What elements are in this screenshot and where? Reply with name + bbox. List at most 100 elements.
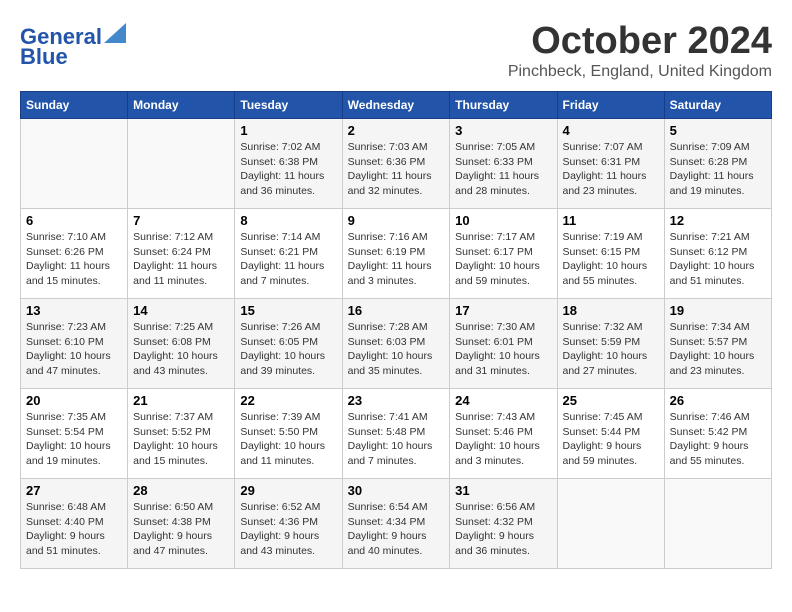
day-number: 11 <box>563 213 659 228</box>
day-info: Sunrise: 7:34 AM Sunset: 5:57 PM Dayligh… <box>670 320 766 379</box>
day-info: Sunrise: 7:05 AM Sunset: 6:33 PM Dayligh… <box>455 140 551 199</box>
calendar-table: SundayMondayTuesdayWednesdayThursdayFrid… <box>20 91 772 569</box>
calendar-cell: 9Sunrise: 7:16 AM Sunset: 6:19 PM Daylig… <box>342 209 450 299</box>
calendar-cell <box>128 119 235 209</box>
day-info: Sunrise: 6:56 AM Sunset: 4:32 PM Dayligh… <box>455 500 551 559</box>
location-text: Pinchbeck, England, United Kingdom <box>508 63 772 81</box>
day-number: 2 <box>348 123 445 138</box>
day-info: Sunrise: 7:39 AM Sunset: 5:50 PM Dayligh… <box>240 410 336 469</box>
week-row-2: 6 Sunrise: 7:10 AM Sunset: 6:26 PM Daylig… <box>21 209 772 299</box>
day-info: Sunrise: 7:41 AM Sunset: 5:48 PM Dayligh… <box>348 410 445 469</box>
day-info: Sunrise: 7:26 AM Sunset: 6:05 PM Dayligh… <box>240 320 336 379</box>
month-title: October 2024 <box>508 20 772 63</box>
day-info: Sunrise: 7:19 AM Sunset: 6:15 PM Dayligh… <box>563 230 659 289</box>
day-number: 7 <box>133 213 229 228</box>
logo-blue: Blue <box>20 45 68 69</box>
day-info: Sunrise: 7:32 AM Sunset: 5:59 PM Dayligh… <box>563 320 659 379</box>
day-number: 9 <box>348 213 445 228</box>
day-number: 5 <box>670 123 766 138</box>
day-number: 6 <box>26 213 122 228</box>
day-info: Sunrise: 7:09 AM Sunset: 6:28 PM Dayligh… <box>670 140 766 199</box>
calendar-cell: 14 Sunrise: 7:25 AM Sunset: 6:08 PM Dayli… <box>128 299 235 389</box>
day-info: Sunrise: 7:45 AM Sunset: 5:44 PM Dayligh… <box>563 410 659 469</box>
day-info: Sunrise: 7:37 AM Sunset: 5:52 PM Dayligh… <box>133 410 229 469</box>
day-header-monday: Monday <box>128 92 235 119</box>
day-number: 27 <box>26 483 122 498</box>
calendar-cell: 7 Sunrise: 7:12 AM Sunset: 6:24 PM Daylig… <box>128 209 235 299</box>
day-number: 14 <box>133 303 229 318</box>
day-info: Sunrise: 6:48 AM Sunset: 4:40 PM Dayligh… <box>26 500 122 559</box>
day-number: 17 <box>455 303 551 318</box>
day-number: 12 <box>670 213 766 228</box>
calendar-cell: 5 Sunrise: 7:09 AM Sunset: 6:28 PM Daylig… <box>664 119 771 209</box>
day-number: 28 <box>133 483 229 498</box>
day-info: Sunrise: 7:03 AM Sunset: 6:36 PM Dayligh… <box>348 140 445 199</box>
day-info: Sunrise: 7:21 AM Sunset: 6:12 PM Dayligh… <box>670 230 766 289</box>
calendar-cell: 15 Sunrise: 7:26 AM Sunset: 6:05 PM Dayli… <box>235 299 342 389</box>
calendar-cell: 16Sunrise: 7:28 AM Sunset: 6:03 PM Dayli… <box>342 299 450 389</box>
week-row-1: 1 Sunrise: 7:02 AM Sunset: 6:38 PM Daylig… <box>21 119 772 209</box>
day-number: 10 <box>455 213 551 228</box>
calendar-cell: 2 Sunrise: 7:03 AM Sunset: 6:36 PM Daylig… <box>342 119 450 209</box>
day-info: Sunrise: 7:23 AM Sunset: 6:10 PM Dayligh… <box>26 320 122 379</box>
day-info: Sunrise: 7:14 AM Sunset: 6:21 PM Dayligh… <box>240 230 336 289</box>
calendar-cell: 8Sunrise: 7:14 AM Sunset: 6:21 PM Daylig… <box>235 209 342 299</box>
calendar-cell: 29 Sunrise: 6:52 AM Sunset: 4:36 PM Dayli… <box>235 479 342 569</box>
day-number: 25 <box>563 393 659 408</box>
title-block: October 2024 Pinchbeck, England, United … <box>508 20 772 81</box>
day-number: 31 <box>455 483 551 498</box>
calendar-cell: 4Sunrise: 7:07 AM Sunset: 6:31 PM Daylig… <box>557 119 664 209</box>
calendar-cell: 13 Sunrise: 7:23 AM Sunset: 6:10 PM Dayli… <box>21 299 128 389</box>
calendar-cell: 21 Sunrise: 7:37 AM Sunset: 5:52 PM Dayli… <box>128 389 235 479</box>
day-header-tuesday: Tuesday <box>235 92 342 119</box>
calendar-cell <box>557 479 664 569</box>
calendar-cell: 1 Sunrise: 7:02 AM Sunset: 6:38 PM Daylig… <box>235 119 342 209</box>
day-info: Sunrise: 6:54 AM Sunset: 4:34 PM Dayligh… <box>348 500 445 559</box>
day-info: Sunrise: 7:02 AM Sunset: 6:38 PM Dayligh… <box>240 140 336 199</box>
day-info: Sunrise: 6:50 AM Sunset: 4:38 PM Dayligh… <box>133 500 229 559</box>
calendar-cell: 10Sunrise: 7:17 AM Sunset: 6:17 PM Dayli… <box>450 209 557 299</box>
day-info: Sunrise: 7:46 AM Sunset: 5:42 PM Dayligh… <box>670 410 766 469</box>
day-number: 21 <box>133 393 229 408</box>
week-row-4: 20Sunrise: 7:35 AM Sunset: 5:54 PM Dayli… <box>21 389 772 479</box>
day-info: Sunrise: 6:52 AM Sunset: 4:36 PM Dayligh… <box>240 500 336 559</box>
day-info: Sunrise: 7:25 AM Sunset: 6:08 PM Dayligh… <box>133 320 229 379</box>
week-row-5: 27 Sunrise: 6:48 AM Sunset: 4:40 PM Dayli… <box>21 479 772 569</box>
calendar-cell: 28 Sunrise: 6:50 AM Sunset: 4:38 PM Dayli… <box>128 479 235 569</box>
calendar-body: 1 Sunrise: 7:02 AM Sunset: 6:38 PM Daylig… <box>21 119 772 569</box>
calendar-cell: 6 Sunrise: 7:10 AM Sunset: 6:26 PM Daylig… <box>21 209 128 299</box>
calendar-cell: 17 Sunrise: 7:30 AM Sunset: 6:01 PM Dayli… <box>450 299 557 389</box>
calendar-cell <box>21 119 128 209</box>
calendar-cell: 30Sunrise: 6:54 AM Sunset: 4:34 PM Dayli… <box>342 479 450 569</box>
day-header-friday: Friday <box>557 92 664 119</box>
day-info: Sunrise: 7:07 AM Sunset: 6:31 PM Dayligh… <box>563 140 659 199</box>
day-header-thursday: Thursday <box>450 92 557 119</box>
day-info: Sunrise: 7:43 AM Sunset: 5:46 PM Dayligh… <box>455 410 551 469</box>
page-header: General Blue October 2024 Pinchbeck, Eng… <box>20 20 772 81</box>
day-info: Sunrise: 7:28 AM Sunset: 6:03 PM Dayligh… <box>348 320 445 379</box>
calendar-cell: 25 Sunrise: 7:45 AM Sunset: 5:44 PM Dayli… <box>557 389 664 479</box>
day-info: Sunrise: 7:30 AM Sunset: 6:01 PM Dayligh… <box>455 320 551 379</box>
calendar-cell: 22 Sunrise: 7:39 AM Sunset: 5:50 PM Dayli… <box>235 389 342 479</box>
day-number: 19 <box>670 303 766 318</box>
day-number: 15 <box>240 303 336 318</box>
day-number: 26 <box>670 393 766 408</box>
calendar-cell: 24Sunrise: 7:43 AM Sunset: 5:46 PM Dayli… <box>450 389 557 479</box>
day-info: Sunrise: 7:12 AM Sunset: 6:24 PM Dayligh… <box>133 230 229 289</box>
calendar-cell: 31 Sunrise: 6:56 AM Sunset: 4:32 PM Dayli… <box>450 479 557 569</box>
day-number: 1 <box>240 123 336 138</box>
calendar-cell: 23Sunrise: 7:41 AM Sunset: 5:48 PM Dayli… <box>342 389 450 479</box>
day-header-sunday: Sunday <box>21 92 128 119</box>
day-number: 22 <box>240 393 336 408</box>
calendar-cell: 26 Sunrise: 7:46 AM Sunset: 5:42 PM Dayli… <box>664 389 771 479</box>
day-header-wednesday: Wednesday <box>342 92 450 119</box>
day-number: 29 <box>240 483 336 498</box>
calendar-cell: 20Sunrise: 7:35 AM Sunset: 5:54 PM Dayli… <box>21 389 128 479</box>
day-number: 20 <box>26 393 122 408</box>
day-number: 13 <box>26 303 122 318</box>
calendar-cell: 18 Sunrise: 7:32 AM Sunset: 5:59 PM Dayli… <box>557 299 664 389</box>
calendar-cell: 27 Sunrise: 6:48 AM Sunset: 4:40 PM Dayli… <box>21 479 128 569</box>
day-info: Sunrise: 7:10 AM Sunset: 6:26 PM Dayligh… <box>26 230 122 289</box>
day-number: 18 <box>563 303 659 318</box>
calendar-cell <box>664 479 771 569</box>
